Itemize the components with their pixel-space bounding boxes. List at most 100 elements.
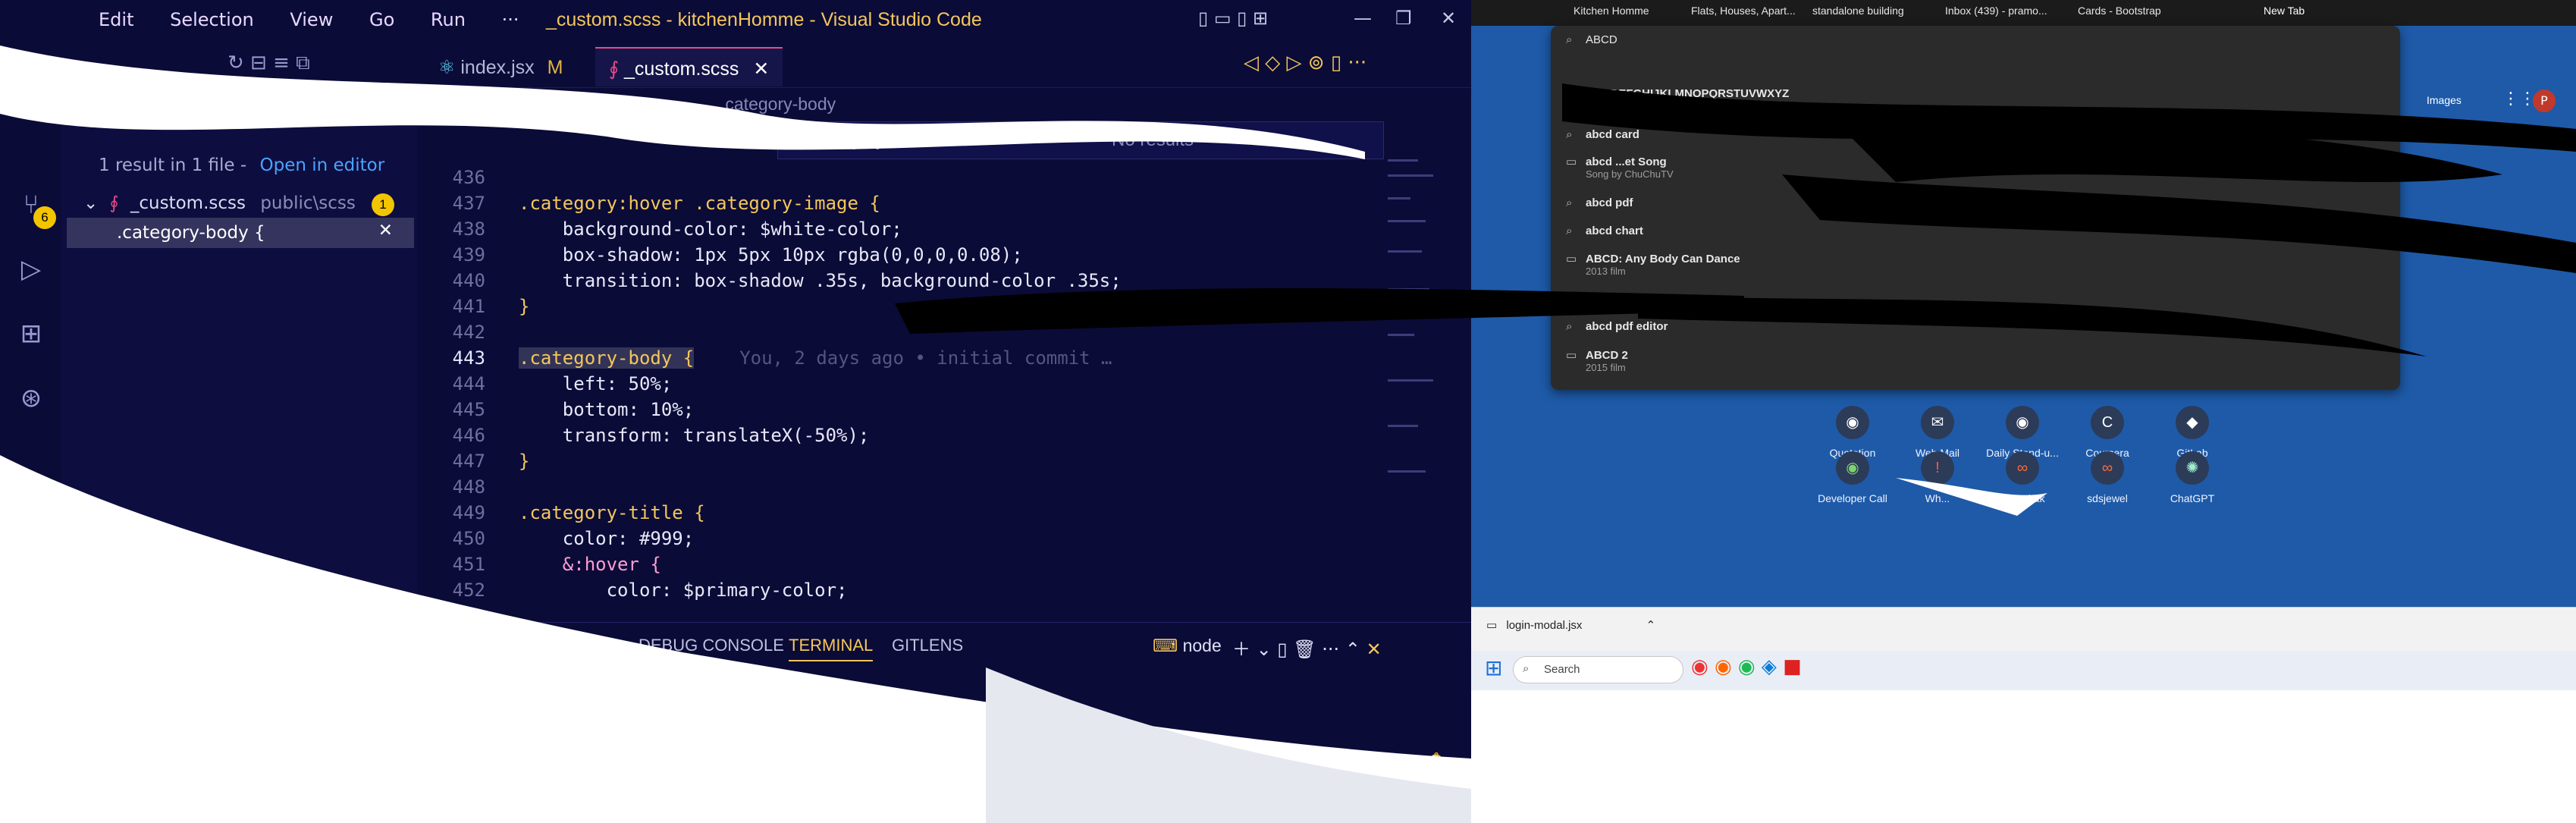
result-count-badge: 1: [372, 193, 394, 216]
chevron-down-icon: ⌄: [83, 193, 99, 213]
tray-lang: ENG: [1244, 781, 1272, 796]
close-icon[interactable]: ✕: [1441, 8, 1456, 29]
search-match-row[interactable]: .category-body { ✕: [67, 218, 414, 248]
menu-selection[interactable]: Selection: [170, 9, 254, 30]
code-line: 439 box-shadow: 1px 5px 10px rgba(0,0,0,…: [452, 244, 1023, 265]
suggestion[interactable]: ▭ ABCD: Any Body Can Dance 2013 film: [1566, 252, 1740, 277]
status-encoding[interactable]: UTF-8: [982, 752, 1029, 771]
taskbar-search-label: Search: [1544, 663, 1580, 676]
menu-go[interactable]: Go: [369, 9, 394, 30]
browser-tab[interactable]: Kitchen Homme: [1574, 5, 1649, 17]
suggestion[interactable]: ⌕ abcd pdf: [1566, 196, 1633, 209]
shortcut-tile[interactable]: ! Wh...: [1892, 451, 1983, 504]
minimap[interactable]: [1388, 152, 1448, 485]
system-tray[interactable]: ENG IN ◠ ◁) ▭: [1244, 781, 1311, 823]
status-language[interactable]: SCSS: [1115, 752, 1160, 771]
omnibox-input[interactable]: ⌕ ABCD: [1566, 33, 1617, 46]
editor-actions-right[interactable]: ◁ ◇ ▷ ⊚ ▯ ···: [1244, 52, 1366, 74]
find-result: No results: [1112, 130, 1194, 150]
layout-icons[interactable]: ▯ ▭ ▯ ⊞: [1198, 8, 1268, 29]
code-line: 448: [452, 476, 485, 498]
menu-run[interactable]: Run: [431, 9, 466, 30]
firefox-icon[interactable]: ◉: [1715, 655, 1732, 678]
tab-debug-console[interactable]: DEBUG CONSOLE: [639, 636, 784, 655]
browser-tab-active[interactable]: New Tab: [2264, 5, 2305, 17]
account-icon[interactable]: ◯: [15, 622, 47, 654]
menu-edit[interactable]: Edit: [99, 9, 133, 30]
shortcut-tile[interactable]: ∞ sdsjewel: [2062, 451, 2153, 504]
tab-problems[interactable]: PROBLEMS: [441, 636, 534, 655]
open-in-editor-link[interactable]: Open in editor: [260, 155, 385, 175]
browser-tab[interactable]: standalone building: [1812, 5, 1904, 17]
browser-tab[interactable]: Inbox (439) - pramo...: [1945, 5, 2047, 17]
find-widget[interactable]: › category-bod No results: [777, 121, 1384, 159]
apps-grid-icon[interactable]: ⋮⋮: [2502, 90, 2536, 108]
avatar[interactable]: P: [2533, 90, 2556, 112]
dismiss-icon[interactable]: ✕: [378, 221, 393, 240]
modified-badge: M: [547, 57, 563, 78]
code-line: 442: [452, 322, 485, 343]
app-icon[interactable]: ■: [1783, 655, 1802, 678]
status-eol[interactable]: CRLF: [1046, 752, 1090, 771]
terminal-actions[interactable]: ＋ ⌄ ▯ 🗑 ··· ⌃ ✕: [1232, 634, 1382, 661]
sass-file-icon: ∮: [109, 193, 119, 213]
spotify-icon[interactable]: ◉: [1738, 655, 1756, 678]
browser-tab[interactable]: Flats, Houses, Apart...: [1691, 5, 1796, 17]
breadcrumb[interactable]: .category-body: [720, 94, 836, 115]
shortcut-tile[interactable]: ✺ ChatGPT: [2147, 451, 2238, 504]
tab-close-icon[interactable]: ✕: [753, 58, 769, 80]
shortcut-tile[interactable]: ◉ Developer Call: [1807, 451, 1898, 504]
tab-index-jsx[interactable]: ⚛ index.jsx M: [425, 47, 576, 86]
tab-gitlens[interactable]: GITLENS: [892, 636, 963, 655]
shortcut-tile[interactable]: ∞ Shreekak: [1977, 451, 2068, 504]
code-line: 450 color: #999;: [452, 528, 695, 549]
suggestion[interactable]: ⌕ abcd chart: [1566, 225, 1643, 237]
search-file-result[interactable]: ⌄ ∮ _custom.scss public\scss: [83, 193, 356, 213]
terminal-selector[interactable]: ⌨ node: [1153, 636, 1222, 656]
windows-start-icon[interactable]: ⊞: [1485, 655, 1502, 680]
status-golive[interactable]: Go Live: [1198, 752, 1256, 771]
suggestion[interactable]: ▭ ABCD 2 2015 film: [1566, 348, 1628, 373]
extensions-icon[interactable]: ⊞: [15, 319, 47, 350]
download-file-name: login-modal.jsx: [1506, 619, 1583, 632]
bell-icon[interactable]: 🔔: [1426, 752, 1446, 771]
suggestion[interactable]: ⌕ abcd ty...: [1566, 293, 1634, 306]
taskbar-search[interactable]: ⌕ Search: [1513, 656, 1683, 683]
editor-actions-left[interactable]: ↻ ⊟ ≡ ⧉: [227, 52, 310, 75]
shortcut-icon: !: [1921, 451, 1954, 485]
vscode-icon[interactable]: ◈: [1762, 655, 1777, 678]
code-fragment: 2rem;: [698, 121, 753, 143]
gitlens-icon[interactable]: ⊛: [15, 383, 47, 415]
code-line: 436: [452, 167, 485, 188]
tab-terminal[interactable]: TERMINAL: [789, 636, 874, 661]
search-summary: 1 result in 1 file - Open in editor: [99, 155, 384, 175]
suggestion[interactable]: ▭ abcd ...et Song Song by ChuChuTV: [1566, 155, 1674, 180]
status-prettier[interactable]: Prettier: [1304, 752, 1358, 771]
taskbar-apps[interactable]: ◉ ◉ ◉ ◈ ■: [1691, 655, 1802, 678]
code-line: 447}: [452, 451, 530, 472]
search-icon: ⌕: [1566, 196, 1573, 209]
sass-icon: ∮: [609, 58, 620, 80]
run-debug-icon[interactable]: ▷: [15, 254, 47, 286]
images-link[interactable]: Images: [2427, 94, 2461, 106]
shortcut-icon: ∞: [2006, 451, 2039, 485]
code-line: 437 .category:hover .category-image {: [452, 193, 880, 214]
menu-more[interactable]: ···: [502, 9, 519, 30]
chevron-up-icon[interactable]: ⌃: [1646, 619, 1656, 632]
suggestion[interactable]: ⌕ abcd pdf editor: [1566, 320, 1668, 333]
browser-tab[interactable]: Cards - Bootstrap: [2078, 5, 2161, 17]
maximize-icon[interactable]: ❐: [1395, 8, 1412, 29]
tab-label: _custom.scss: [623, 58, 739, 80]
find-input[interactable]: category-bod: [815, 130, 921, 150]
tab-output[interactable]: OUTPUT: [546, 636, 614, 655]
result-file-path: public\scss: [260, 193, 356, 213]
address-suggestions[interactable]: ⌕ ABCD ▭ ABCDEFGHIJKLMNOPQRSTUVWXYZ Song by…: [1551, 26, 2400, 390]
minimize-icon[interactable]: —: [1354, 8, 1372, 29]
chrome-icon[interactable]: ◉: [1691, 655, 1708, 678]
suggestion[interactable]: ⌕ abcd card: [1566, 128, 1639, 141]
tab-custom-scss[interactable]: ∮ _custom.scss ✕: [595, 47, 783, 86]
download-item[interactable]: ▭ login-modal.jsx ⌃: [1486, 618, 1655, 632]
chevron-right-icon[interactable]: ›: [792, 130, 798, 150]
suggestion[interactable]: ▭ ABCDEFGHIJKLMNOPQRSTUVWXYZ Song by DorFu…: [1566, 86, 1789, 112]
menu-view[interactable]: View: [290, 9, 333, 30]
